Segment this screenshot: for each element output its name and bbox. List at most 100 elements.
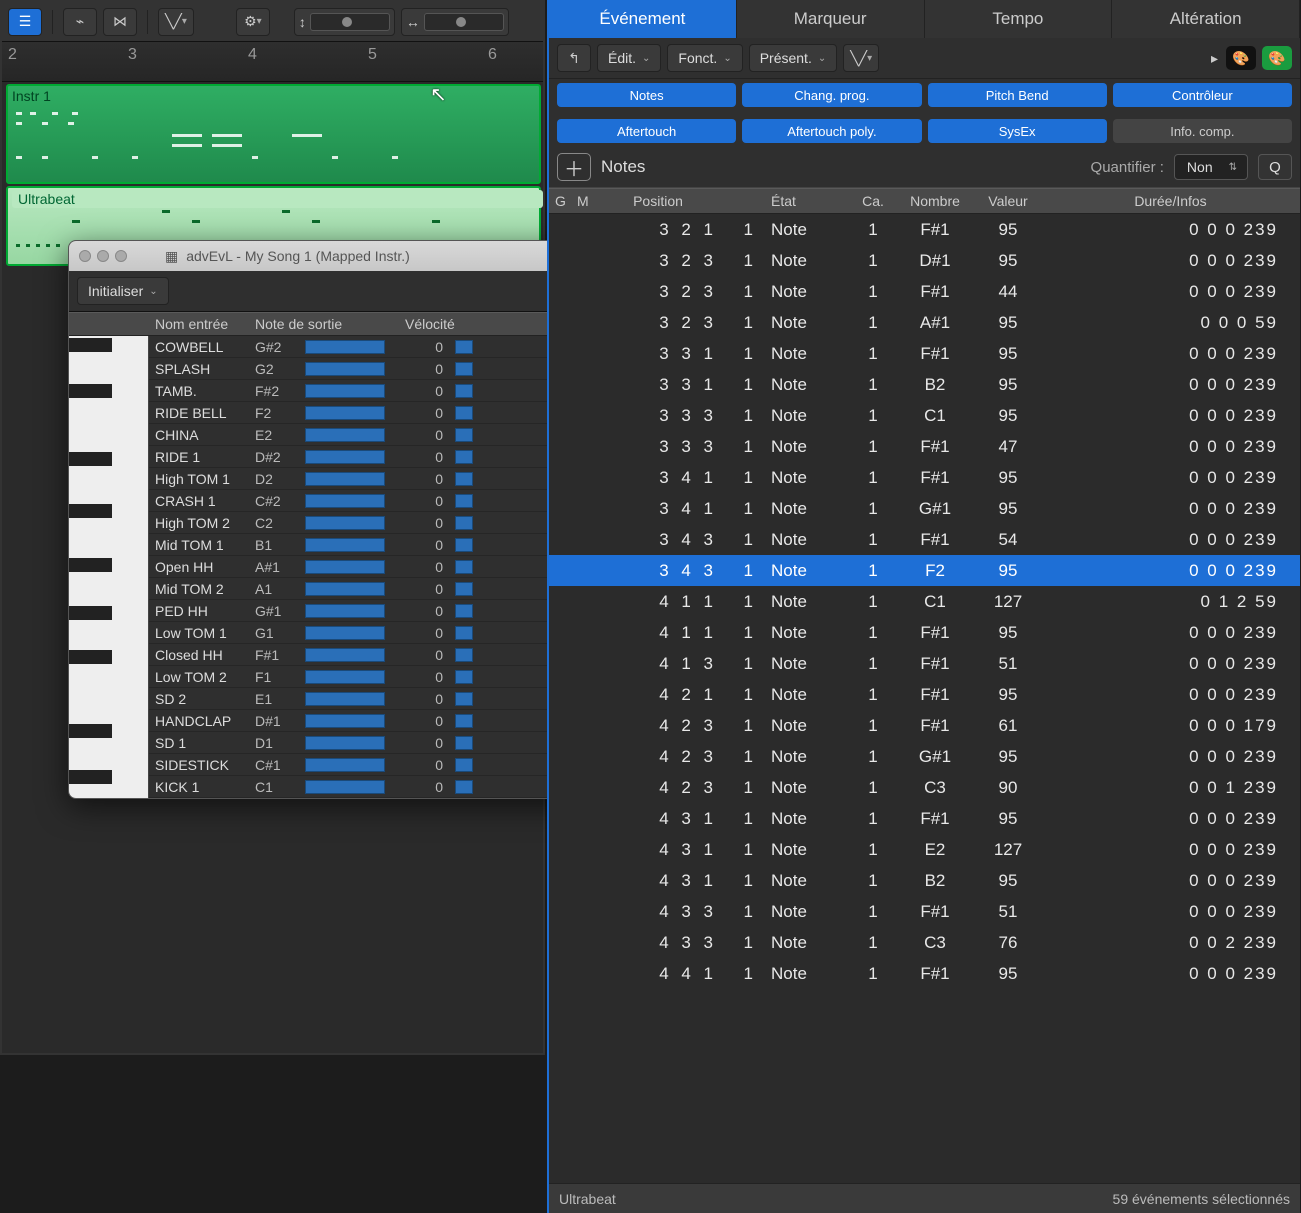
tab-event[interactable]: Événement xyxy=(549,0,737,38)
event-row[interactable]: 3 3 31Note1F#1470 0 0 239 xyxy=(549,431,1300,462)
filter-pill[interactable]: Notes xyxy=(557,83,736,107)
col-channel[interactable]: Ca. xyxy=(851,189,895,213)
track-region-instr1[interactable]: Instr 1 xyxy=(6,84,541,184)
event-position[interactable]: 4 1 1 xyxy=(593,588,723,616)
mapped-row[interactable]: PED HHG#10 xyxy=(149,600,579,622)
note-bar[interactable] xyxy=(299,755,399,775)
velocity-bar[interactable] xyxy=(449,733,549,753)
mapped-row[interactable]: HANDCLAPD#10 xyxy=(149,710,579,732)
output-note[interactable]: D#2 xyxy=(249,446,299,468)
velocity-bar[interactable] xyxy=(449,535,549,555)
event-row[interactable]: 3 4 11Note1G#1950 0 0 239 xyxy=(549,493,1300,524)
output-note[interactable]: E2 xyxy=(249,424,299,446)
add-event-type-label[interactable]: Notes xyxy=(601,157,645,177)
mapped-row[interactable]: SD 1D10 xyxy=(149,732,579,754)
event-subposition[interactable]: 1 xyxy=(723,557,765,585)
velocity-value[interactable]: 0 xyxy=(399,534,449,556)
event-subposition[interactable]: 1 xyxy=(723,960,765,988)
event-row[interactable]: 4 3 31Note1F#1510 0 0 239 xyxy=(549,896,1300,927)
event-number[interactable]: F#1 xyxy=(895,526,975,554)
event-subposition[interactable]: 1 xyxy=(723,836,765,864)
event-channel[interactable]: 1 xyxy=(851,402,895,430)
event-row[interactable]: 4 4 11Note1F#1950 0 0 239 xyxy=(549,958,1300,989)
velocity-bar[interactable] xyxy=(449,337,549,357)
note-bar[interactable] xyxy=(299,645,399,665)
color-palette-black[interactable]: 🎨 xyxy=(1226,46,1256,70)
mapped-row[interactable]: Low TOM 2F10 xyxy=(149,666,579,688)
minimize-icon[interactable] xyxy=(97,250,109,262)
event-position[interactable]: 4 4 1 xyxy=(593,960,723,988)
event-state[interactable]: Note xyxy=(765,867,851,895)
event-channel[interactable]: 1 xyxy=(851,495,895,523)
output-note[interactable]: F#2 xyxy=(249,380,299,402)
velocity-value[interactable]: 0 xyxy=(399,710,449,732)
event-channel[interactable]: 1 xyxy=(851,526,895,554)
initialize-menu[interactable]: Initialiser⌄ xyxy=(77,277,169,305)
velocity-bar[interactable] xyxy=(449,711,549,731)
event-position[interactable]: 4 3 3 xyxy=(593,898,723,926)
velocity-value[interactable]: 0 xyxy=(399,380,449,402)
event-duration[interactable]: 0 0 0 239 xyxy=(1041,371,1300,399)
event-state[interactable]: Note xyxy=(765,278,851,306)
event-duration[interactable]: 0 0 0 239 xyxy=(1041,557,1300,585)
velocity-bar[interactable] xyxy=(449,689,549,709)
event-subposition[interactable]: 1 xyxy=(723,650,765,678)
event-number[interactable]: F#1 xyxy=(895,278,975,306)
event-position[interactable]: 3 2 3 xyxy=(593,278,723,306)
event-position[interactable]: 4 2 3 xyxy=(593,743,723,771)
event-row[interactable]: 4 3 11Note1B2950 0 0 239 xyxy=(549,865,1300,896)
event-duration[interactable]: 0 0 2 239 xyxy=(1041,929,1300,957)
mapped-row[interactable]: Mid TOM 2A10 xyxy=(149,578,579,600)
event-state[interactable]: Note xyxy=(765,216,851,244)
event-number[interactable]: F#1 xyxy=(895,960,975,988)
event-state[interactable]: Note xyxy=(765,495,851,523)
zoom-icon[interactable] xyxy=(115,250,127,262)
event-value[interactable]: 90 xyxy=(975,774,1041,802)
note-bar[interactable] xyxy=(299,513,399,533)
hierarchy-up-button[interactable]: ↰ xyxy=(557,44,591,72)
event-subposition[interactable]: 1 xyxy=(723,619,765,647)
event-position[interactable]: 4 2 1 xyxy=(593,681,723,709)
event-row[interactable]: 3 3 11Note1B2950 0 0 239 xyxy=(549,369,1300,400)
event-value[interactable]: 95 xyxy=(975,805,1041,833)
velocity-value[interactable]: 0 xyxy=(399,512,449,534)
event-value[interactable]: 61 xyxy=(975,712,1041,740)
event-value[interactable]: 95 xyxy=(975,495,1041,523)
note-bar[interactable] xyxy=(299,711,399,731)
event-position[interactable]: 3 4 3 xyxy=(593,526,723,554)
event-number[interactable]: C1 xyxy=(895,588,975,616)
mapped-row[interactable]: Mid TOM 1B10 xyxy=(149,534,579,556)
event-duration[interactable]: 0 0 1 239 xyxy=(1041,774,1300,802)
event-row[interactable]: 4 3 31Note1C3760 0 2 239 xyxy=(549,927,1300,958)
event-subposition[interactable]: 1 xyxy=(723,464,765,492)
col-state[interactable]: État xyxy=(765,189,851,213)
filter-button[interactable]: ╲╱▾ xyxy=(843,44,879,72)
event-row[interactable]: 3 3 31Note1C1950 0 0 239 xyxy=(549,400,1300,431)
event-number[interactable]: G#1 xyxy=(895,495,975,523)
event-channel[interactable]: 1 xyxy=(851,371,895,399)
event-subposition[interactable]: 1 xyxy=(723,309,765,337)
event-value[interactable]: 95 xyxy=(975,340,1041,368)
note-bar[interactable] xyxy=(299,337,399,357)
velocity-bar[interactable] xyxy=(449,403,549,423)
event-position[interactable]: 4 1 1 xyxy=(593,619,723,647)
output-note[interactable]: D2 xyxy=(249,468,299,490)
event-state[interactable]: Note xyxy=(765,619,851,647)
event-row[interactable]: 4 1 11Note1C11270 1 2 59 xyxy=(549,586,1300,617)
note-bar[interactable] xyxy=(299,469,399,489)
velocity-bar[interactable] xyxy=(449,623,549,643)
velocity-value[interactable]: 0 xyxy=(399,336,449,358)
event-subposition[interactable]: 1 xyxy=(723,247,765,275)
event-value[interactable]: 95 xyxy=(975,371,1041,399)
event-value[interactable]: 95 xyxy=(975,309,1041,337)
event-row[interactable]: 3 2 31Note1F#1440 0 0 239 xyxy=(549,276,1300,307)
col-number[interactable]: Nombre xyxy=(895,189,975,213)
event-state[interactable]: Note xyxy=(765,557,851,585)
event-number[interactable]: F2 xyxy=(895,557,975,585)
event-value[interactable]: 51 xyxy=(975,898,1041,926)
filter-button[interactable]: ╲╱▾ xyxy=(158,8,194,36)
output-note[interactable]: B1 xyxy=(249,534,299,556)
event-duration[interactable]: 0 1 2 59 xyxy=(1041,588,1300,616)
event-duration[interactable]: 0 0 0 239 xyxy=(1041,681,1300,709)
horizontal-zoom-slider[interactable] xyxy=(424,13,504,31)
